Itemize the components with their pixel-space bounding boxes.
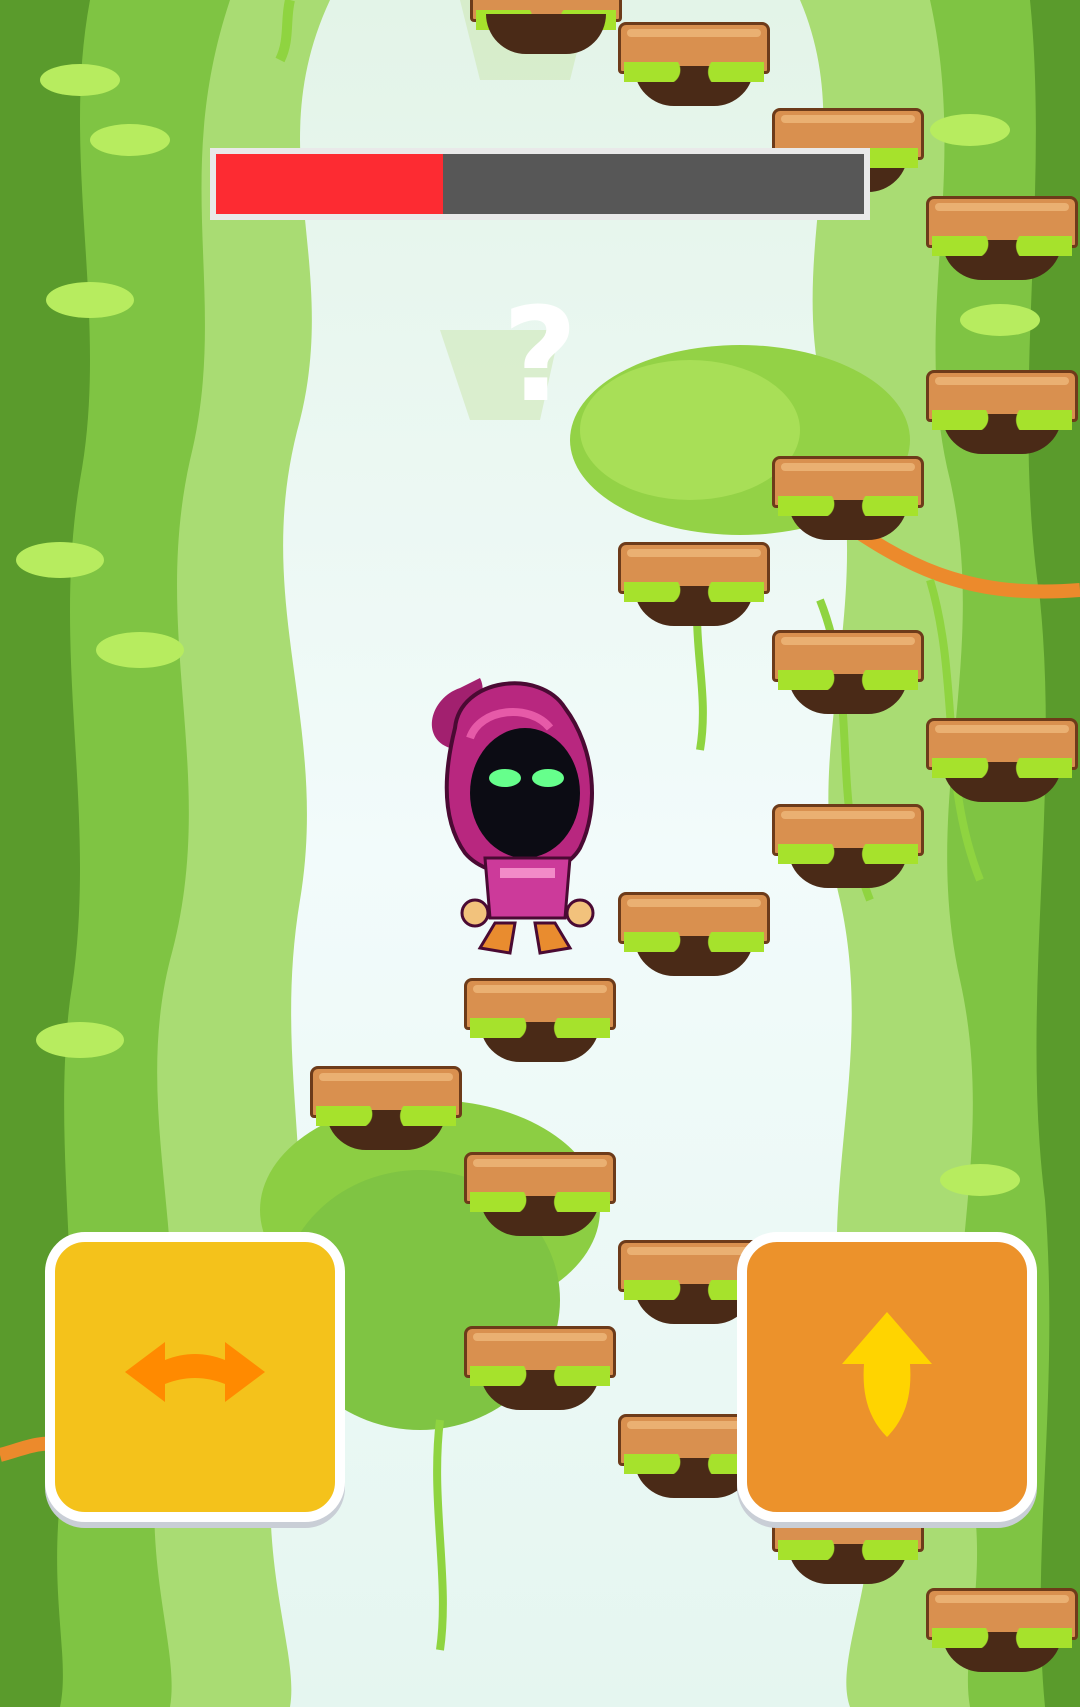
platform bbox=[772, 630, 924, 720]
jump-button[interactable] bbox=[737, 1232, 1037, 1522]
platform bbox=[926, 196, 1078, 286]
hooded-wizard-character bbox=[420, 668, 630, 972]
platform bbox=[926, 1588, 1078, 1678]
platform bbox=[618, 892, 770, 982]
game-scene: ? bbox=[0, 0, 1080, 1707]
up-arrow-icon bbox=[842, 1312, 932, 1437]
platform bbox=[464, 1326, 616, 1416]
platform bbox=[926, 718, 1078, 808]
score-text: ? bbox=[502, 279, 578, 431]
platform bbox=[618, 542, 770, 632]
platform bbox=[470, 0, 622, 60]
platform bbox=[618, 22, 770, 112]
left-right-arrow-icon bbox=[125, 1342, 265, 1402]
timer-fill bbox=[216, 154, 443, 214]
move-button[interactable] bbox=[45, 1232, 345, 1522]
platform bbox=[464, 1152, 616, 1242]
platform bbox=[464, 978, 616, 1068]
hooded-wizard-icon bbox=[431, 678, 595, 955]
platform bbox=[772, 456, 924, 546]
timer-bar bbox=[210, 148, 870, 220]
platform bbox=[772, 804, 924, 894]
platform bbox=[926, 370, 1078, 460]
platform bbox=[310, 1066, 462, 1156]
